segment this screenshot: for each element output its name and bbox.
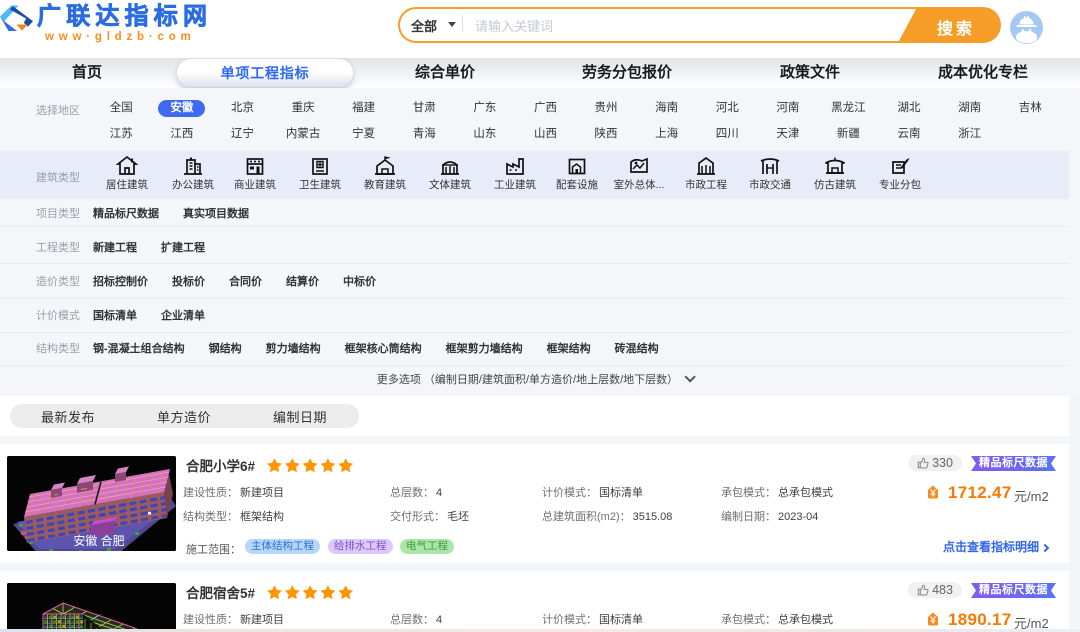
svg-text:¥: ¥ (930, 489, 936, 500)
svg-text:¥: ¥ (930, 616, 936, 627)
svg-text:安徽 合肥: 安徽 合肥 (73, 533, 124, 548)
